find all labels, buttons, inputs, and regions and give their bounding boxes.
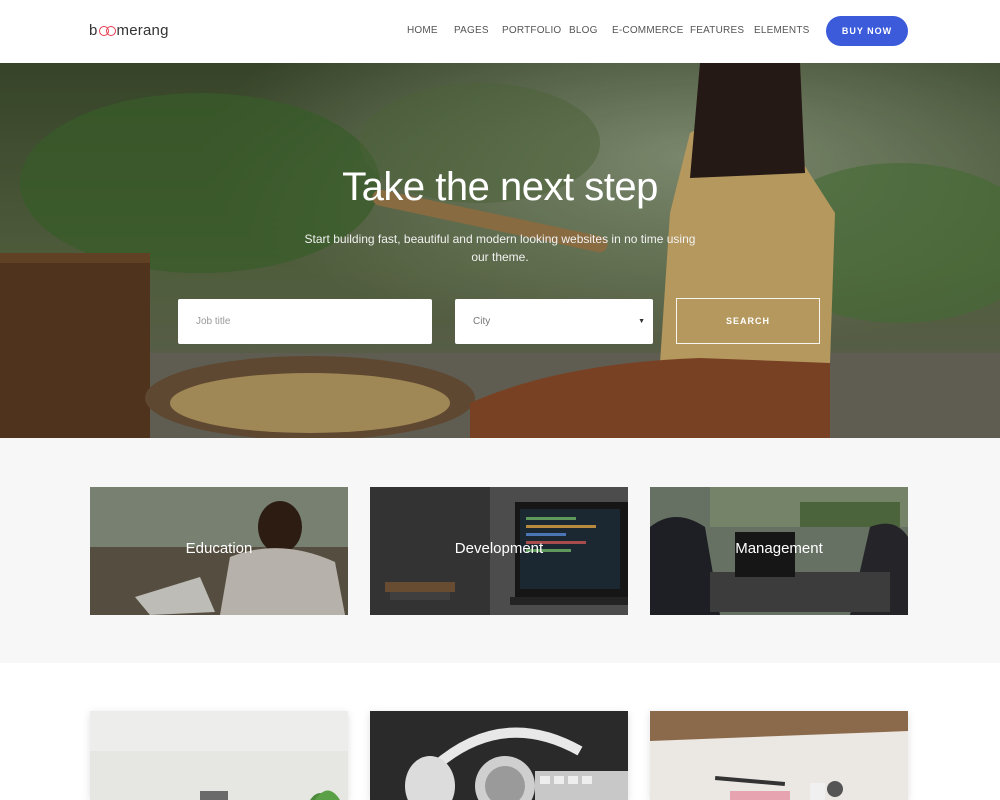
category-card-management[interactable]: Management [650,487,908,615]
categories-section: Education Development Management [0,438,1000,663]
brand-logo[interactable]: b merang [89,22,169,39]
blog-cards-section [0,663,1000,800]
nav-item-pages[interactable]: PAGES [454,25,489,36]
search-button[interactable]: SEARCH [676,298,820,344]
desk-plant-image [90,711,348,800]
category-card-development[interactable]: Development [370,487,628,615]
city-select-value: City [473,316,491,327]
nav-item-home[interactable]: HOME [407,25,438,36]
nav-item-portfolio[interactable]: PORTFOLIO [502,25,561,36]
logo-text-end: merang [116,22,169,39]
chevron-down-icon: ▼ [638,318,645,325]
nav-item-features[interactable]: FEATURES [690,25,744,36]
desk-notebook-image [650,711,908,800]
blog-card[interactable] [370,711,628,800]
buy-now-button[interactable]: BUY NOW [826,16,908,46]
city-select[interactable]: City ▼ [455,299,653,344]
hero-subtitle: Start building fast, beautiful and moder… [304,232,696,264]
logo-infinity-icon [98,26,116,36]
site-header: b merang HOME PAGES PORTFOLIO BLOG E-COM… [0,0,1000,63]
job-title-input[interactable]: Job title [178,299,432,344]
nav-item-ecommerce[interactable]: E-COMMERCE [612,25,683,36]
category-label: Management [735,540,823,557]
nav-item-blog[interactable]: BLOG [569,25,598,36]
category-card-education[interactable]: Education [90,487,348,615]
hero-section: Take the next step Start building fast, … [0,63,1000,438]
nav-item-elements[interactable]: ELEMENTS [754,25,810,36]
headphones-image [370,711,628,800]
category-label: Development [454,540,544,557]
logo-text-start: b [89,22,98,39]
blog-card[interactable] [90,711,348,800]
blog-card[interactable] [650,711,908,800]
category-label: Education [185,540,253,557]
hero-title: Take the next step [342,165,658,209]
